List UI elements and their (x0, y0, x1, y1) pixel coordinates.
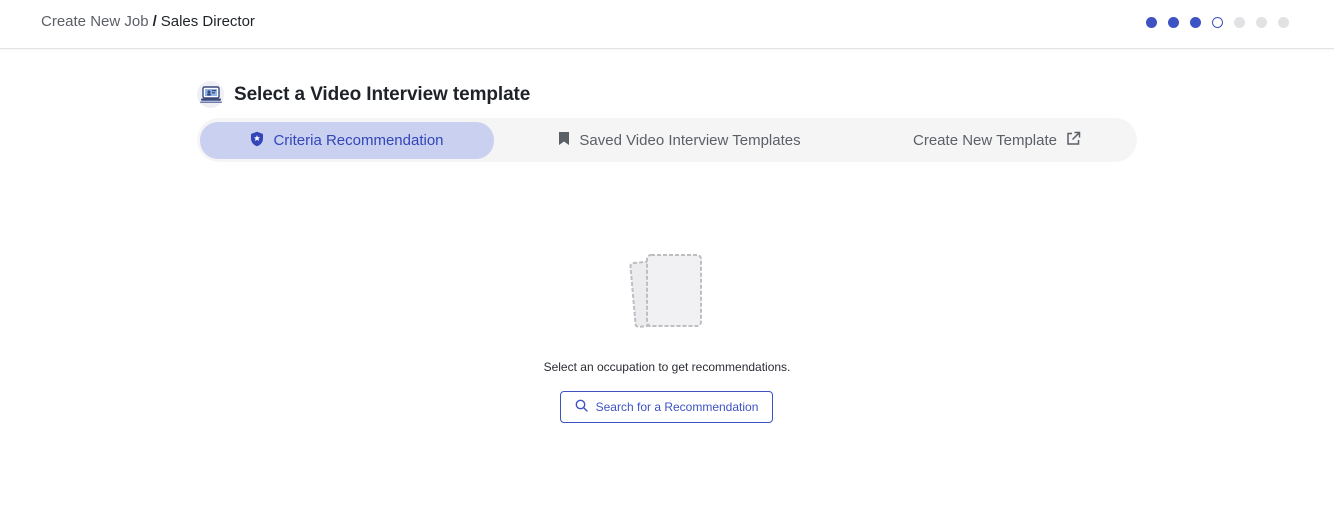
bookmark-icon (558, 131, 570, 150)
section-header: Select a Video Interview template (197, 81, 530, 108)
section-title: Select a Video Interview template (234, 83, 531, 105)
breadcrumb: Create New Job / Sales Director (41, 13, 255, 31)
tab-label: Saved Video Interview Templates (579, 132, 801, 149)
empty-state-message: Select an occupation to get recommendati… (543, 360, 791, 374)
breadcrumb-current-job: Sales Director (160, 13, 255, 30)
empty-documents-icon (628, 250, 708, 332)
top-bar: Create New Job / Sales Director (0, 0, 1334, 49)
search-recommendation-button[interactable]: Search for a Recommendation (560, 391, 773, 423)
tab-criteria-recommendation[interactable]: Criteria Recommendation (200, 122, 494, 159)
step-dot-7 (1278, 17, 1289, 28)
breadcrumb-create-new-job[interactable]: Create New Job (41, 13, 149, 30)
search-recommendation-label: Search for a Recommendation (595, 400, 759, 414)
interview-computer-icon (197, 81, 224, 108)
tab-label: Create New Template (913, 132, 1057, 149)
step-dot-1 (1146, 17, 1157, 28)
template-source-tabs: Criteria Recommendation Saved Video Inte… (197, 118, 1137, 162)
step-dot-3 (1190, 17, 1201, 28)
shield-star-icon (250, 131, 264, 151)
breadcrumb-separator: / (152, 13, 157, 30)
tab-saved-templates[interactable]: Saved Video Interview Templates (537, 122, 822, 159)
external-link-icon (1066, 131, 1081, 150)
tab-create-new-template[interactable]: Create New Template (897, 122, 1097, 159)
step-dot-6 (1256, 17, 1267, 28)
step-dot-5 (1234, 17, 1245, 28)
step-dot-2 (1168, 17, 1179, 28)
step-progress-indicator (1146, 17, 1289, 28)
tab-label: Criteria Recommendation (273, 132, 444, 149)
search-icon (575, 399, 588, 415)
step-dot-4 (1212, 17, 1223, 28)
